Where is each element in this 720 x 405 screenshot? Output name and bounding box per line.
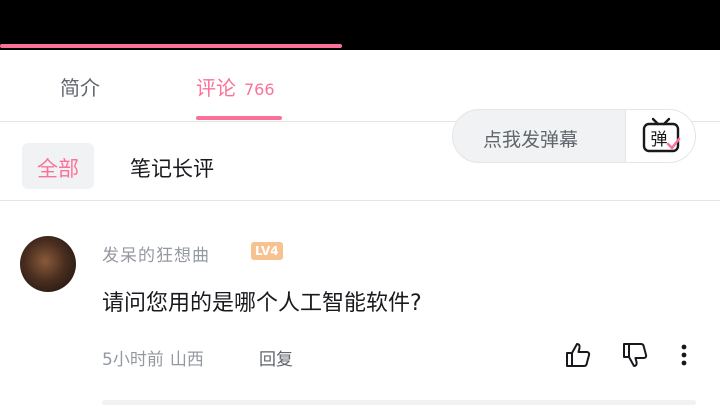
comment-meta: 5小时前 山西: [102, 345, 204, 370]
video-player-area[interactable]: [0, 0, 720, 50]
comment-time: 5小时前: [102, 350, 164, 370]
comments-count: 766: [244, 80, 275, 99]
thumbs-down-icon[interactable]: [621, 341, 649, 369]
comment-filter-bar: 全部 笔记长评: [0, 123, 720, 201]
video-progress-bar[interactable]: [0, 44, 720, 48]
comment-username[interactable]: 发呆的狂想曲: [102, 241, 210, 266]
comment-location: 山西: [169, 350, 204, 370]
filter-all-button[interactable]: 全部: [22, 143, 94, 189]
tab-bar: 简介 评论 766 点我发弹幕 弹: [0, 50, 720, 163]
tab-intro[interactable]: 简介: [60, 72, 100, 101]
filter-notes-label: 笔记长评: [130, 157, 214, 181]
thumbs-up-icon[interactable]: [564, 341, 592, 369]
tab-comments-label: 评论: [196, 76, 236, 100]
video-progress-fill: [0, 44, 342, 48]
reply-button[interactable]: 回复: [259, 345, 293, 370]
active-tab-indicator: [196, 116, 282, 120]
comment-item: 发呆的狂想曲 LV4 请问您用的是哪个人工智能软件? 5小时前 山西 回复: [0, 202, 720, 405]
avatar[interactable]: [20, 236, 76, 292]
filter-notes-button[interactable]: 笔记长评: [115, 143, 229, 189]
tab-intro-label: 简介: [60, 76, 100, 100]
user-level-badge: LV4: [251, 242, 283, 260]
comment-text: 请问您用的是哪个人工智能软件?: [102, 291, 422, 316]
more-vertical-icon[interactable]: [672, 341, 696, 369]
filter-all-label: 全部: [37, 157, 79, 181]
sub-reply-preview: [102, 400, 696, 405]
tab-comments[interactable]: 评论 766: [196, 72, 275, 101]
